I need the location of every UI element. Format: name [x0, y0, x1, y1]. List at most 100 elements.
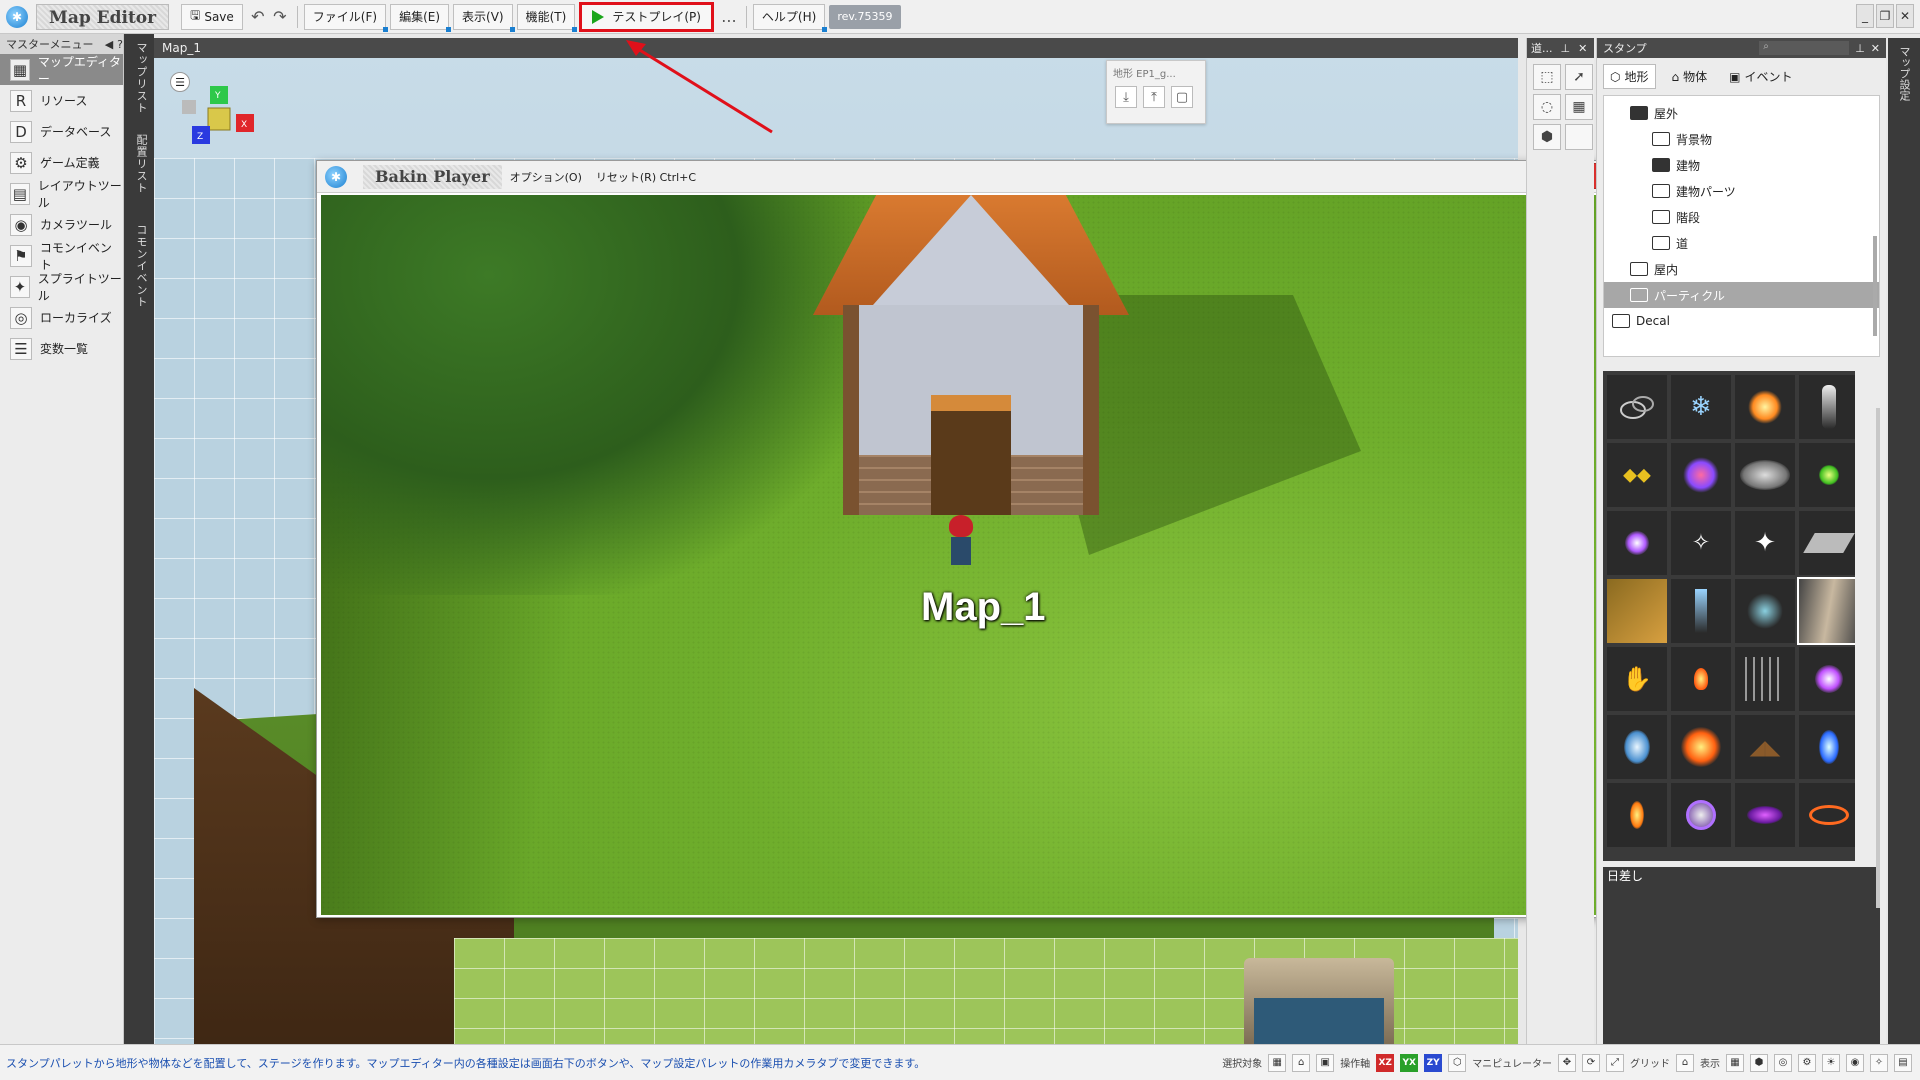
- manipulator-icon[interactable]: ⬡: [1448, 1053, 1467, 1072]
- player-menu-reset[interactable]: リセット(R) Ctrl+C: [596, 169, 696, 185]
- thumbnails-scrollbar[interactable]: [1876, 408, 1880, 908]
- display-event-icon[interactable]: ◎: [1774, 1053, 1792, 1072]
- master-menu-item-localize[interactable]: ◎ ローカライズ: [0, 302, 123, 333]
- particle-smoke-icon[interactable]: [1799, 375, 1855, 439]
- particle-blue-splash-icon[interactable]: [1607, 715, 1667, 779]
- particle-dust-icon[interactable]: [1735, 579, 1795, 643]
- select-object-icon[interactable]: ⌂: [1292, 1053, 1311, 1072]
- close-icon[interactable]: ✕: [1578, 42, 1587, 55]
- axis-xz-button[interactable]: XZ: [1376, 1053, 1395, 1072]
- tree-item-selected[interactable]: パーティクル: [1604, 282, 1879, 308]
- rotate-gizmo-icon[interactable]: ⟳: [1582, 1053, 1600, 1072]
- particle-purple-orb-icon[interactable]: [1607, 511, 1667, 575]
- particle-fire-icon[interactable]: [1735, 375, 1795, 439]
- particle-glass-icon[interactable]: [1735, 647, 1795, 711]
- master-menu-item-database[interactable]: D データベース: [0, 116, 123, 147]
- save-button[interactable]: 🖫 Save: [181, 3, 243, 30]
- axis-yx-button[interactable]: YX: [1400, 1053, 1419, 1072]
- tree-item[interactable]: Decal: [1604, 308, 1879, 334]
- minimize-icon[interactable]: _: [1856, 4, 1874, 28]
- display-fx-icon[interactable]: ✧: [1870, 1053, 1888, 1072]
- particle-confetti-icon[interactable]: ◆◆: [1607, 443, 1667, 507]
- particle-sunbeam-icon[interactable]: [1797, 577, 1855, 645]
- master-menu-item-common-event[interactable]: ⚑ コモンイベント: [0, 240, 123, 272]
- tree-item[interactable]: 背景物: [1604, 126, 1879, 152]
- display-settings-icon[interactable]: ⚙: [1798, 1053, 1816, 1072]
- master-menu-item-sprite-tool[interactable]: ✦ スプライトツール: [0, 271, 123, 303]
- master-menu-item-camera-tool[interactable]: ◉ カメラツール: [0, 209, 123, 240]
- tab-placement-list[interactable]: 配置リスト: [129, 134, 149, 194]
- undo-icon[interactable]: ↶: [247, 6, 269, 28]
- redo-icon[interactable]: ↷: [269, 6, 291, 28]
- tree-item[interactable]: 階段: [1604, 204, 1879, 230]
- particle-rings-icon[interactable]: [1607, 375, 1667, 439]
- terrain-clear-icon[interactable]: ▢: [1171, 86, 1193, 108]
- menu-file[interactable]: ファイル(F): [303, 3, 389, 32]
- tree-item[interactable]: 屋外: [1604, 100, 1879, 126]
- particle-flame-icon[interactable]: [1671, 647, 1731, 711]
- tab-map-settings[interactable]: マップ設定: [1896, 46, 1912, 101]
- select-event-icon[interactable]: ▣: [1316, 1053, 1335, 1072]
- grid-select-icon[interactable]: ▦: [1565, 94, 1593, 120]
- collapse-icon[interactable]: ◀: [105, 38, 113, 51]
- tree-scrollbar[interactable]: [1873, 236, 1877, 336]
- particle-hand-icon[interactable]: ✋: [1607, 647, 1667, 711]
- tab-event[interactable]: ▣ イベント: [1723, 64, 1798, 89]
- game-scene[interactable]: Map_1: [321, 195, 1599, 915]
- player-menu-option[interactable]: オプション(O): [510, 169, 582, 185]
- display-lighting-icon[interactable]: ☀: [1822, 1053, 1840, 1072]
- select-rect-icon[interactable]: ⬚: [1533, 64, 1561, 90]
- particle-sand-icon[interactable]: [1607, 579, 1667, 643]
- tree-item[interactable]: 道: [1604, 230, 1879, 256]
- master-menu-item-map-editor[interactable]: ▦ マップエディター: [0, 54, 123, 86]
- particle-ember-ring-icon[interactable]: [1799, 783, 1855, 847]
- pin-icon[interactable]: ⊥: [1855, 42, 1865, 55]
- tab-common-event[interactable]: コモンイベント: [129, 224, 149, 308]
- particle-purple-aura-icon[interactable]: [1735, 783, 1795, 847]
- master-menu-item-game-definition[interactable]: ⚙ ゲーム定義: [0, 147, 123, 178]
- particle-fireworks-icon[interactable]: [1671, 443, 1731, 507]
- help-icon[interactable]: ?: [117, 38, 123, 51]
- master-menu-item-variables[interactable]: ☰ 変数一覧: [0, 333, 123, 364]
- particle-star-icon[interactable]: ✦: [1735, 511, 1795, 575]
- menu-help[interactable]: ヘルプ(H): [752, 3, 828, 32]
- tree-item[interactable]: 建物: [1604, 152, 1879, 178]
- close-icon[interactable]: ✕: [1871, 42, 1880, 55]
- particle-vortex-icon[interactable]: [1671, 783, 1731, 847]
- object-tool-icon[interactable]: ⬢: [1533, 124, 1561, 150]
- particle-torch-icon[interactable]: [1607, 783, 1667, 847]
- display-object-icon[interactable]: ⬢: [1750, 1053, 1768, 1072]
- stamp-search-input[interactable]: ⌕: [1759, 41, 1850, 55]
- particle-waterfall-icon[interactable]: [1671, 579, 1731, 643]
- tree-item[interactable]: 屋内: [1604, 256, 1879, 282]
- tree-item[interactable]: 建物パーツ: [1604, 178, 1879, 204]
- display-layer-icon[interactable]: ▤: [1894, 1053, 1912, 1072]
- menu-function[interactable]: 機能(T): [516, 3, 578, 32]
- tab-object[interactable]: ⌂ 物体: [1666, 64, 1714, 89]
- particle-cloud-icon[interactable]: [1735, 443, 1795, 507]
- particle-explosion-icon[interactable]: [1671, 715, 1731, 779]
- particle-sparkle-icon[interactable]: ✧: [1671, 511, 1731, 575]
- particle-debris-icon[interactable]: ◢◣: [1735, 715, 1795, 779]
- master-menu-item-layout-tool[interactable]: ▤ レイアウトツール: [0, 178, 123, 210]
- tab-terrain[interactable]: ⬡ 地形: [1603, 64, 1656, 89]
- display-grid-icon[interactable]: ▦: [1726, 1053, 1744, 1072]
- lasso-icon[interactable]: ◌: [1533, 94, 1561, 120]
- particle-plane-icon[interactable]: [1799, 511, 1855, 575]
- particle-magic-icon[interactable]: [1799, 647, 1855, 711]
- grid-toggle-icon[interactable]: ⌂: [1676, 1053, 1694, 1072]
- menu-edit[interactable]: 編集(E): [390, 3, 452, 32]
- axis-gizmo-icon[interactable]: Y X Z: [178, 80, 268, 160]
- particle-snowflake-icon[interactable]: ❄: [1671, 375, 1731, 439]
- master-menu-item-resource[interactable]: R リソース: [0, 85, 123, 116]
- pin-icon[interactable]: ⊥: [1561, 42, 1571, 55]
- close-icon[interactable]: ✕: [1896, 4, 1914, 28]
- select-pointer-icon[interactable]: ➚: [1565, 64, 1593, 90]
- menu-view[interactable]: 表示(V): [453, 3, 515, 32]
- tab-map-list[interactable]: マップリスト: [129, 42, 149, 114]
- particle-blue-fire-icon[interactable]: [1799, 715, 1855, 779]
- terrain-raise-icon[interactable]: ⤒: [1143, 86, 1165, 108]
- restore-icon[interactable]: ❐: [1876, 4, 1894, 28]
- axis-zy-button[interactable]: ZY: [1424, 1053, 1443, 1072]
- select-terrain-icon[interactable]: ▦: [1268, 1053, 1287, 1072]
